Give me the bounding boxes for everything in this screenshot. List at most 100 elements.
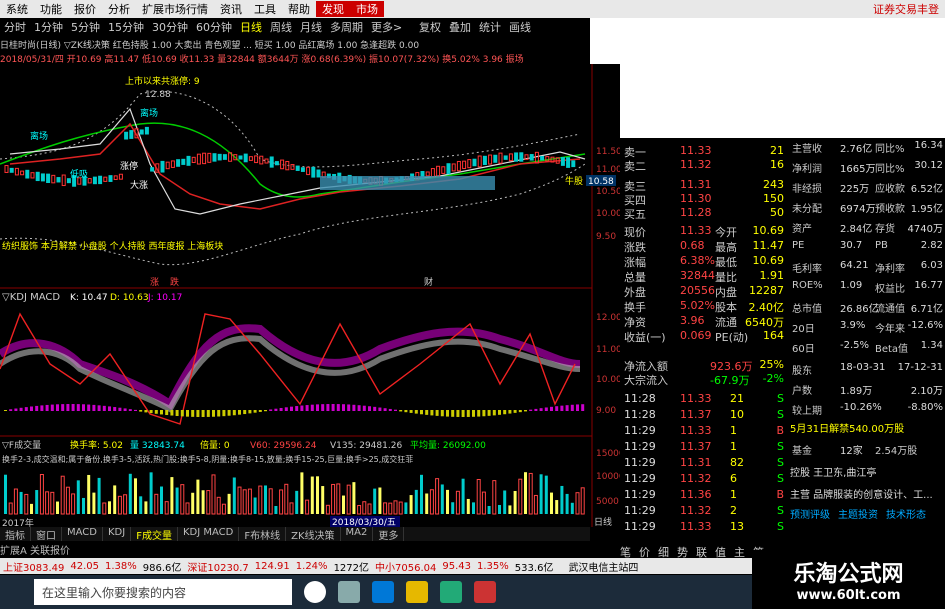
taskbar-search[interactable]: 在这里输入你要搜索的内容 [34,579,292,605]
fund-row: 基金 12家 2.54万股 [792,446,918,457]
annot-exit: 离场 [140,107,158,119]
kdj-bar [435,410,439,416]
candle [212,153,217,162]
fin-tab[interactable]: 技术形态 [886,506,926,521]
menu-ext-market[interactable]: 扩展市场行情 [136,1,214,17]
kdj-bar [399,410,403,412]
taskview-icon[interactable] [338,581,360,603]
tick-tab[interactable]: 联 [696,544,707,559]
kdj-bar [357,405,361,411]
period-fenshi[interactable]: 分时 [0,19,30,35]
edge-icon[interactable] [372,581,394,603]
candle [529,154,534,161]
kdj-bar [310,404,314,411]
menu-help[interactable]: 帮助 [282,1,316,17]
volume-bar [149,472,153,514]
kdj-bar [274,408,278,411]
menu-function[interactable]: 功能 [34,1,68,17]
quote-panel: 卖一 11.33 21 卖二 11.32 16 卖三 11.31 243 买四 11.30 15… [620,140,790,559]
expand-bar[interactable]: 扩展A 关联报价 [0,542,590,557]
fin-tab[interactable]: 预测评级 [790,506,830,521]
kdj-bar [368,406,371,411]
candle [56,177,61,183]
vol-label: ▽F成交量 [2,439,41,451]
app-icon[interactable] [474,581,496,603]
ind-tab[interactable]: ZK线决策 [286,527,341,542]
period-5m[interactable]: 5分钟 [67,19,104,35]
period-multi[interactable]: 多周期 [326,19,367,35]
tab-overlay[interactable]: 叠加 [445,19,475,35]
kdj-bar [524,410,527,412]
explorer-icon[interactable] [406,581,428,603]
candle [129,130,134,139]
tab-stats[interactable]: 统计 [475,19,505,35]
ind-tab[interactable]: MACD [62,527,103,541]
volume-bar [539,474,543,514]
ind-tab[interactable]: MA2 [341,527,374,541]
volume-bar [227,493,231,514]
period-more[interactable]: 更多> [367,19,406,35]
kdj-bar [513,410,517,413]
kdj-bar [45,404,49,411]
volume-bar [35,490,39,514]
candle [98,175,103,185]
menu-discover[interactable]: 发现 [316,1,350,17]
tick-tab[interactable]: 价 [639,544,650,559]
annot-cai: 财 [424,276,433,288]
period-30m[interactable]: 30分钟 [148,19,192,35]
period-60m[interactable]: 60分钟 [192,19,236,35]
tick-tab[interactable]: 笔 [620,544,631,559]
period-week[interactable]: 周线 [266,19,296,35]
period-day[interactable]: 日线 [236,19,266,35]
fin-tab[interactable]: 主题投资 [838,506,878,521]
menu-market[interactable]: 市场 [350,1,384,17]
price-label: 11.50 [596,147,620,157]
tick-tab[interactable]: 主 [734,544,745,559]
volume-bar [560,485,564,514]
menu-analysis[interactable]: 分析 [102,1,136,17]
ind-tab-active[interactable]: F成交量 [131,527,178,542]
tick-tab[interactable]: 值 [715,544,726,559]
volume-bar [451,502,455,514]
kdj-bar [305,405,309,411]
ind-tab[interactable]: F布林线 [239,527,287,542]
tick-row: 11:29 11.32 6 S [624,472,784,485]
ind-tab[interactable]: 更多 [373,527,405,542]
ind-tab[interactable]: 窗口 [31,527,62,542]
vol-turnover: 换手率: 5.02 [70,439,123,451]
ind-tab[interactable]: KDJ [103,527,132,541]
volume-bar [4,474,7,514]
kdj-bar [550,406,553,411]
kdj-j: J: 10.17 [147,293,182,303]
tick-tab[interactable]: 势 [677,544,688,559]
tick-tab[interactable]: 细 [658,544,669,559]
taskbar: 在这里输入你要搜索的内容 [0,575,760,609]
tab-fuquan[interactable]: 复权 [415,19,445,35]
kdj-bar [352,404,356,411]
candle [503,155,508,160]
ind-tab[interactable]: KDJ MACD [178,527,240,541]
menu-system[interactable]: 系统 [0,1,34,17]
store-icon[interactable] [440,581,462,603]
menu-trade[interactable]: 证券交易丰登 [867,1,945,17]
vol-v135: V135: 29481.26 [330,441,402,451]
kdj-bar [238,410,241,415]
period-15m[interactable]: 15分钟 [104,19,148,35]
fin-row: 净利润 1665万 同比% 30.12 [792,160,943,175]
kdj-bar [472,410,475,417]
ind-tab[interactable]: 指标 [0,527,31,542]
period-month[interactable]: 月线 [296,19,326,35]
menu-info[interactable]: 资讯 [214,1,248,17]
volume-bar [425,493,429,514]
kline-chart[interactable]: 11.50 11.00 10.50 10.00 9.50 10.58 上市以来共… [0,64,620,527]
cortana-icon[interactable] [304,581,326,603]
jiejin: 5月31日解禁540.00万股 [790,424,905,435]
vol-double: 倍量: 0 [200,439,230,451]
period-1m[interactable]: 1分钟 [30,19,67,35]
volume-bar [472,502,475,514]
kdj-bar [560,405,564,411]
menu-quote[interactable]: 报价 [68,1,102,17]
tab-draw[interactable]: 画线 [505,19,535,35]
fin-row: 较上期 -10.26% -8.80% [792,402,943,417]
menu-tools[interactable]: 工具 [248,1,282,17]
